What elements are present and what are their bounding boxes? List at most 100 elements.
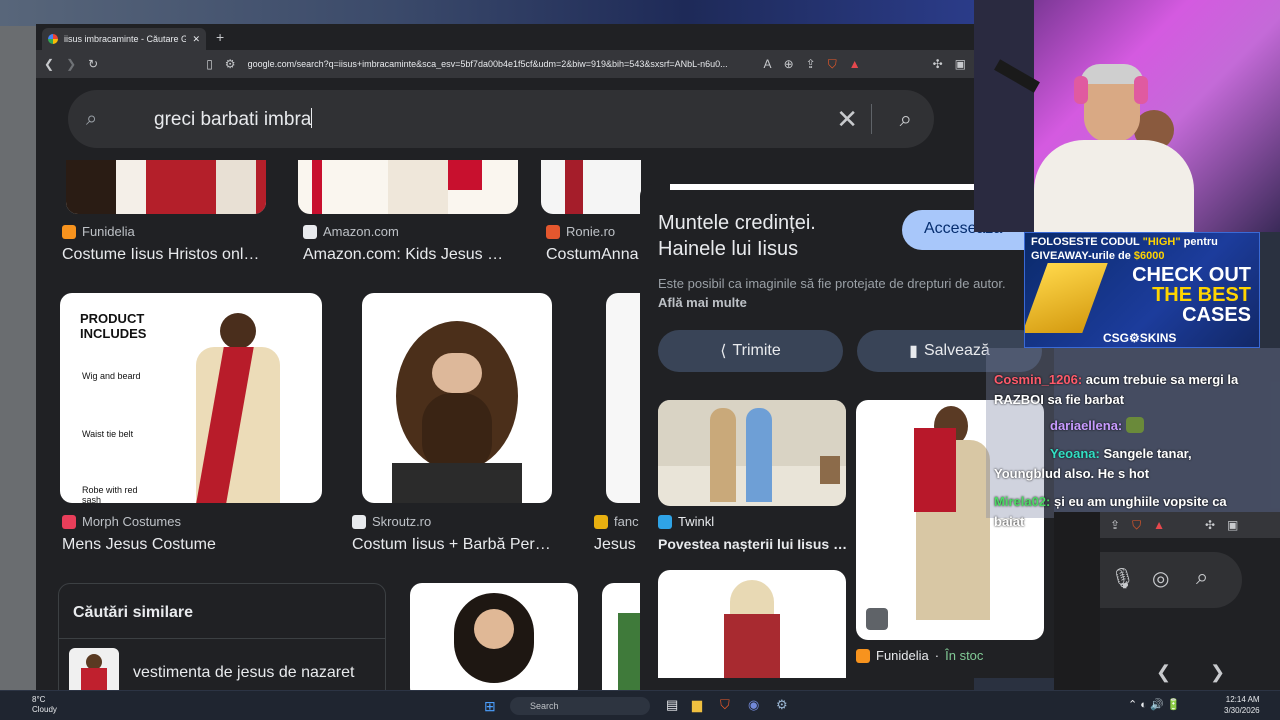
belt-label: Waist tie belt [82, 429, 134, 439]
search-submit-icon[interactable]: ⌕ [900, 106, 912, 132]
forward-icon[interactable]: ❯ [66, 57, 76, 71]
result-source[interactable]: Ronie.ro [546, 224, 615, 239]
webcam-lower [1054, 512, 1100, 700]
translate-icon[interactable]: A [764, 57, 772, 71]
result-title[interactable]: Costume Iisus Hristos onl… [62, 246, 282, 264]
browser-toolbar: ❮ ❯ ↻ ▯ ⚙ google.com/search?q=iisus+imbr… [36, 50, 974, 78]
copyright-note: Este posibil ca imaginile să fie proteja… [658, 276, 1006, 310]
brave-rewards-icon[interactable]: ▲ [849, 57, 861, 71]
result-image[interactable] [362, 293, 552, 503]
discord-icon[interactable]: ◉ [748, 697, 759, 713]
google-icon [48, 34, 58, 44]
share-icon[interactable]: ⇪ [806, 57, 816, 71]
result-title[interactable]: Jesus [594, 536, 640, 554]
bookmark-icon: ▮ [909, 343, 918, 360]
learn-more-link[interactable]: Află mai multe [658, 295, 747, 310]
back-icon[interactable]: ❮ [44, 57, 54, 71]
result-source[interactable]: fanc [594, 514, 639, 529]
skroutz-icon [352, 514, 366, 529]
webcam-overlay [974, 0, 1280, 232]
desktop-background [0, 0, 40, 720]
related-title[interactable]: Povestea nașterii lui Iisus … [658, 536, 848, 552]
result-title[interactable]: Mens Jesus Costume [62, 536, 324, 554]
result-image[interactable]: PRODUCT INCLUDES Wig and beard Waist tie… [60, 293, 322, 503]
panel-title[interactable]: Muntele credinței. Hainele lui Iisus [658, 210, 816, 262]
microphone-icon[interactable]: 🎙 [1110, 566, 1135, 591]
share-icon[interactable]: ⇪ [1110, 518, 1120, 532]
result-image[interactable] [541, 160, 641, 214]
windows-start-icon[interactable]: ⊞ [484, 698, 496, 715]
twinkl-icon [658, 514, 672, 529]
chat-message: dariaellena: [994, 416, 1244, 436]
similar-searches-heading: Căutări similare [73, 604, 194, 621]
search-actions: 🎙 ◎ ⌕ [1100, 552, 1242, 608]
result-image[interactable] [410, 583, 578, 700]
share-button[interactable]: ⟨ Trimite [658, 330, 843, 372]
extensions-icon[interactable]: ✣ [1205, 518, 1215, 532]
file-explorer-icon[interactable]: ▆ [692, 697, 702, 713]
address-bar[interactable]: google.com/search?q=iisus+imbracaminte&s… [248, 59, 752, 69]
close-tab-icon[interactable]: ✕ [192, 34, 200, 45]
sidebar-icon[interactable]: ▣ [955, 57, 966, 71]
result-image[interactable] [602, 583, 640, 700]
chat-message: Yeoana: Sangele tanar, Youngblud also. H… [994, 446, 1192, 481]
result-image[interactable] [66, 160, 266, 214]
result-source[interactable]: Funidelia [62, 224, 135, 239]
sidebar-icon[interactable]: ▣ [1227, 518, 1238, 532]
brave-shield-icon[interactable]: ⛉ [1132, 518, 1141, 533]
result-image[interactable] [606, 293, 640, 503]
result-source[interactable]: Skroutz.ro [352, 514, 431, 529]
lens-icon[interactable]: ◎ [1152, 566, 1169, 591]
tag-icon [866, 608, 888, 630]
related-image[interactable] [658, 570, 846, 678]
search-bar[interactable]: ⌕ greci barbati imbra ✕ ⌕ [68, 90, 934, 148]
prev-icon[interactable]: ❮ [1156, 662, 1171, 683]
fancy-icon [594, 514, 608, 529]
result-source[interactable]: Morph Costumes [62, 514, 181, 529]
ronie-icon [546, 224, 560, 239]
clock[interactable]: 12:14 AM 3/30/2026 [1224, 694, 1260, 716]
similar-searches-card: Căutări similare vestimenta de jesus de … [58, 583, 386, 700]
share-icon: ⟨ [720, 343, 727, 360]
tray-icons[interactable]: ⌃ ◐ 🔊 🔋 [1128, 698, 1180, 711]
funidelia-icon [856, 648, 870, 663]
brave-rewards-icon[interactable]: ▲ [1153, 518, 1165, 532]
brave-shield-icon[interactable]: ⛉ [828, 57, 837, 72]
result-title[interactable]: Costum Iisus + Barbă Per… [352, 536, 564, 554]
amazon-icon [303, 224, 317, 239]
clear-search-icon[interactable]: ✕ [836, 104, 858, 135]
zoom-icon[interactable]: ⊕ [784, 57, 794, 71]
brave-browser-icon[interactable]: ⛉ [720, 697, 730, 713]
bookmark-icon[interactable]: ▯ [206, 57, 213, 71]
new-tab-button[interactable]: + [216, 29, 224, 45]
task-view-icon[interactable]: ▤ [666, 697, 678, 713]
result-source[interactable]: Amazon.com [303, 224, 399, 239]
result-title[interactable]: Amazon.com: Kids Jesus … [303, 246, 517, 264]
extensions-icon[interactable]: ✣ [933, 57, 943, 71]
tab-title: iisus imbracaminte - Căutare Go [64, 34, 187, 44]
result-title[interactable]: CostumAnna [546, 246, 640, 264]
related-image[interactable] [658, 400, 846, 506]
panel-top-image [670, 184, 980, 190]
related-source[interactable]: Funidelia · În stoc [856, 648, 983, 663]
next-icon[interactable]: ❯ [1210, 662, 1225, 683]
sponsor-banner: FOLOSESTE CODUL "HIGH" pentru GIVEAWAY-u… [1024, 232, 1260, 348]
taskbar-search[interactable]: Search [510, 697, 650, 715]
search-input[interactable]: greci barbati imbra [154, 108, 312, 131]
related-source[interactable]: Twinkl [658, 514, 714, 529]
emote-icon [1125, 417, 1144, 433]
search-icon[interactable]: ⌕ [1196, 564, 1208, 590]
steam-icon[interactable]: ⚙ [776, 697, 788, 713]
second-browser-window: ⇪ ⛉ ▲ ✣ ▣ 🎙 ◎ ⌕ ❮ ❯ [1100, 512, 1280, 700]
browser-tab[interactable]: iisus imbracaminte - Căutare Go ✕ [42, 28, 206, 50]
csgo-skins-logo: CSG⚙SKINS [1103, 331, 1177, 345]
morph-icon [62, 514, 76, 529]
desktop-background-top [0, 0, 980, 26]
windows-taskbar: 8°C Cloudy ⊞ Search ▤ ▆ ⛉ ◉ ⚙ ⌃ ◐ 🔊 🔋 12… [0, 690, 1280, 720]
funidelia-icon [62, 224, 76, 239]
search-icon: ⌕ [86, 108, 98, 130]
site-info-icon[interactable]: ⚙ [225, 57, 236, 71]
weather-widget[interactable]: 8°C Cloudy [8, 695, 57, 715]
result-image[interactable] [298, 160, 518, 214]
reload-icon[interactable]: ↻ [88, 57, 98, 71]
